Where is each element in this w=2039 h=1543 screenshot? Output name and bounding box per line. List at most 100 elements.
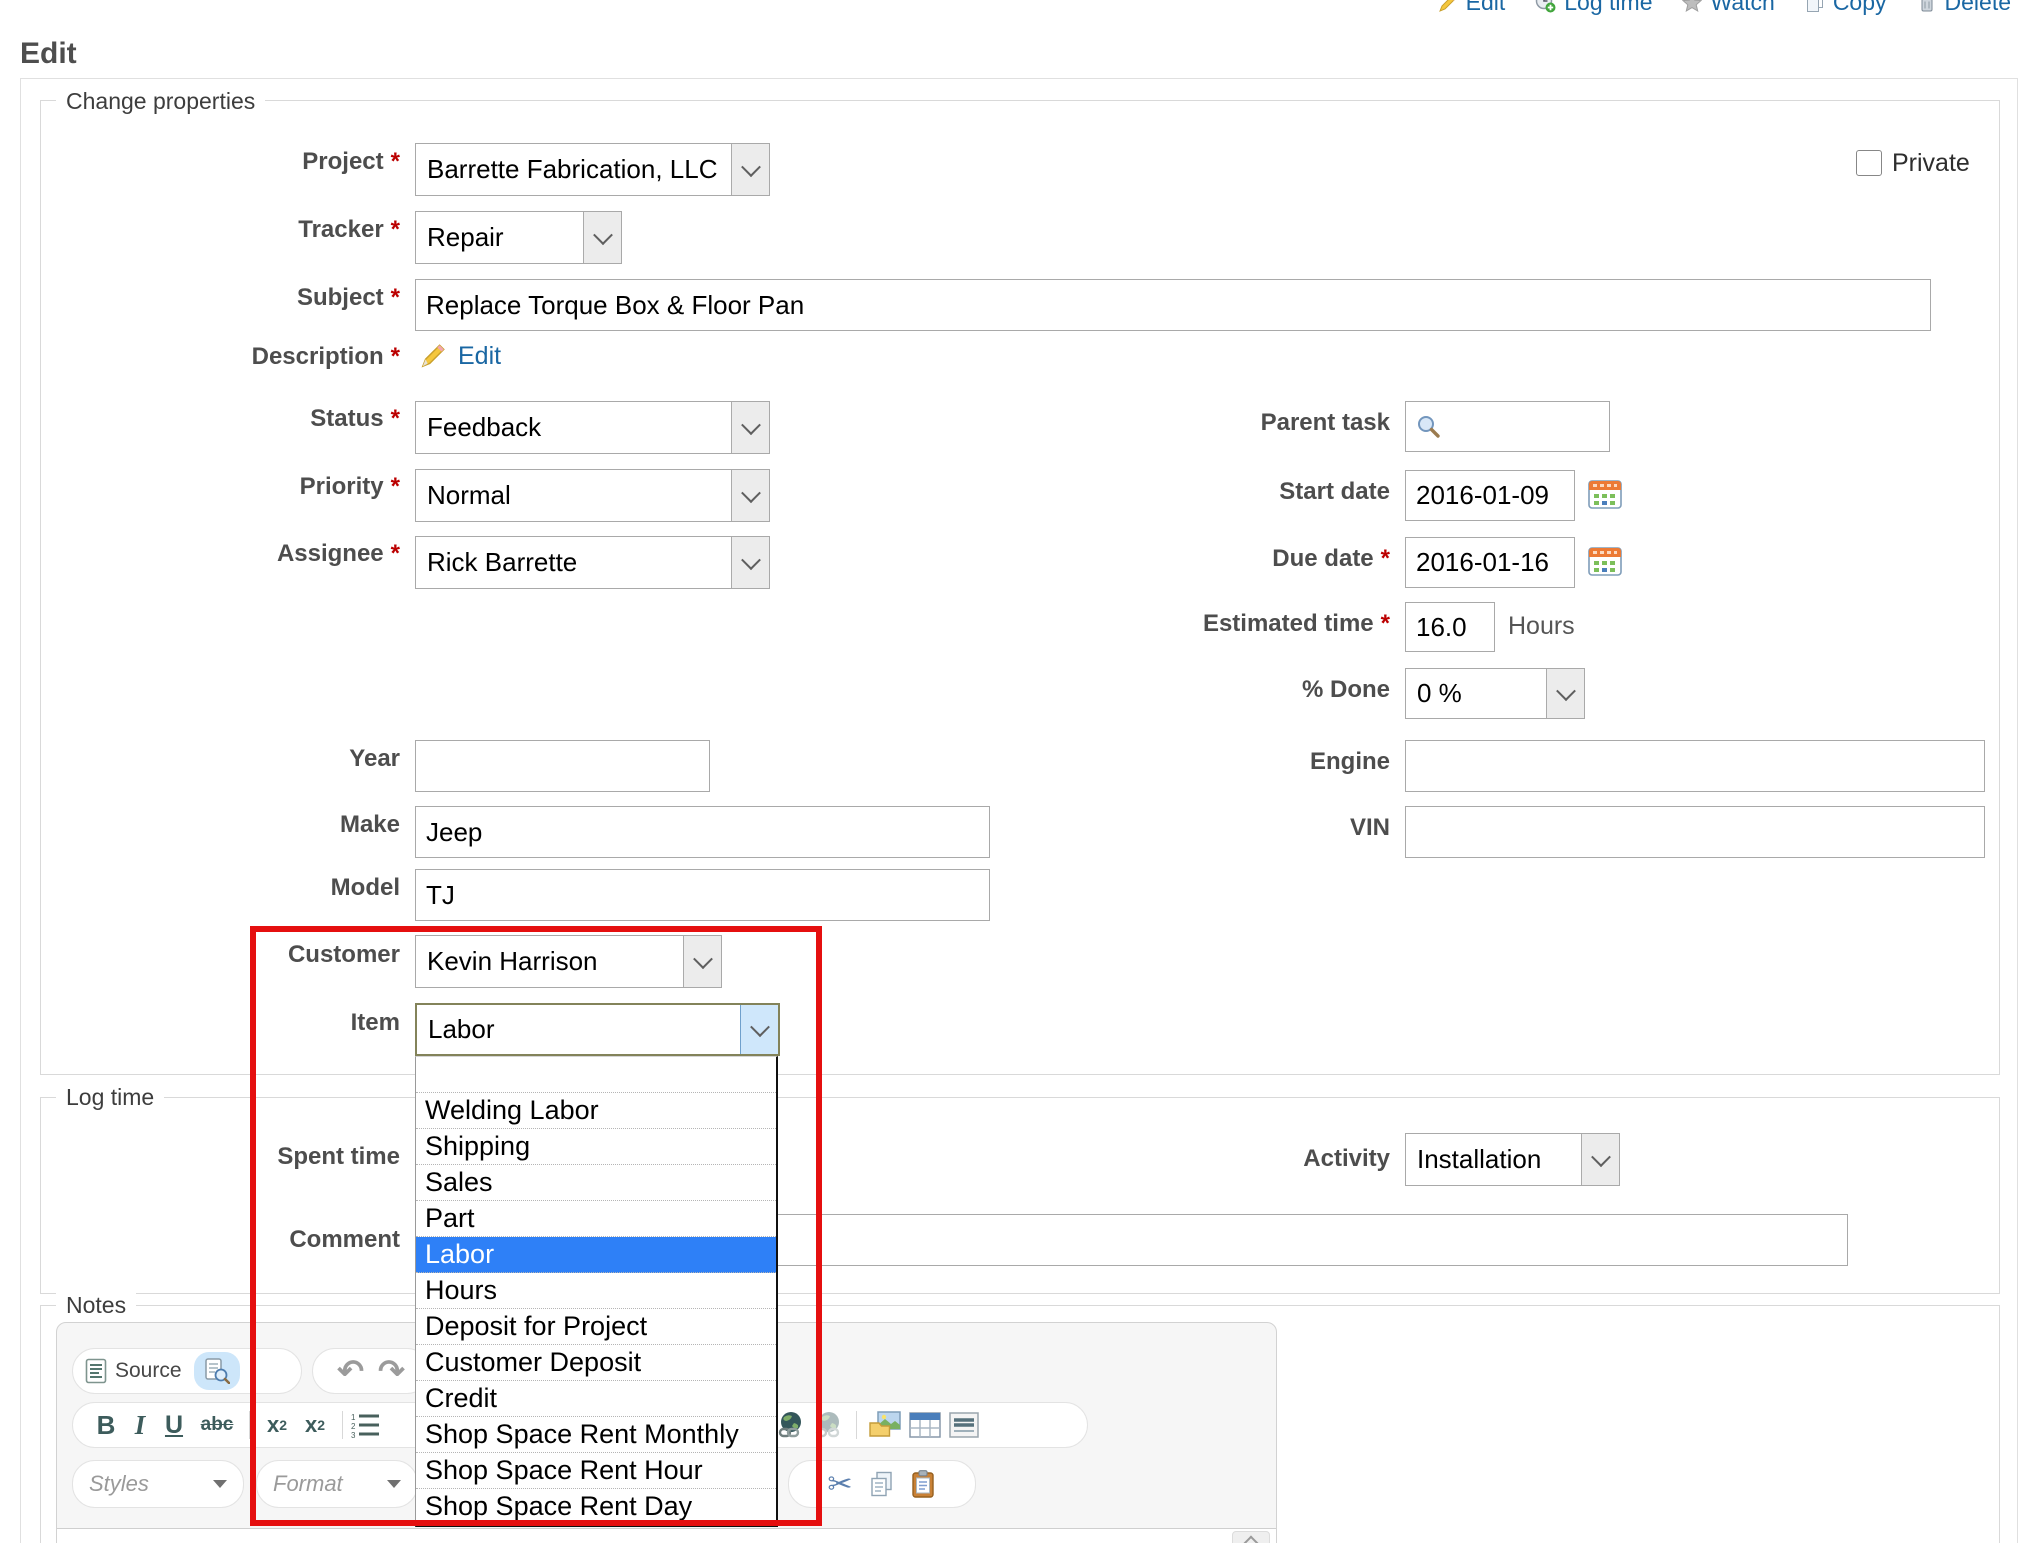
- priority-select[interactable]: Normal: [415, 469, 770, 522]
- chevron-down-icon[interactable]: [731, 402, 769, 453]
- item-option[interactable]: Welding Labor: [416, 1093, 776, 1129]
- notes-content-area[interactable]: [57, 1528, 1276, 1543]
- parent-task-input[interactable]: [1405, 401, 1610, 452]
- source-document-icon: [85, 1358, 107, 1384]
- chevron-down-icon[interactable]: [731, 537, 769, 588]
- subject-input[interactable]: Replace Torque Box & Floor Pan: [415, 279, 1931, 331]
- calendar-icon[interactable]: [1588, 545, 1622, 577]
- project-label: Project*: [60, 148, 400, 176]
- estimated-time-unit: Hours: [1508, 612, 1575, 641]
- copy-pages-icon[interactable]: [869, 1471, 895, 1497]
- paste-clipboard-icon[interactable]: [911, 1470, 937, 1498]
- make-input[interactable]: Jeep: [415, 806, 990, 858]
- item-option[interactable]: Shop Space Rent Hour: [416, 1453, 776, 1489]
- status-select[interactable]: Feedback: [415, 401, 770, 454]
- item-option[interactable]: Customer Deposit: [416, 1345, 776, 1381]
- numbered-list-icon[interactable]: 123: [351, 1412, 381, 1438]
- start-date-input[interactable]: 2016-01-09: [1405, 470, 1575, 521]
- private-label: Private: [1892, 149, 2012, 178]
- model-label: Model: [60, 874, 400, 902]
- trash-icon: [1917, 0, 1937, 13]
- svg-text:2: 2: [351, 1422, 356, 1431]
- assignee-label: Assignee*: [60, 540, 400, 568]
- svg-text:3: 3: [351, 1431, 356, 1438]
- item-option[interactable]: Sales: [416, 1165, 776, 1201]
- subject-label: Subject*: [60, 284, 400, 312]
- context-copy-link[interactable]: Copy: [1805, 0, 1887, 16]
- document-magnifier-icon: [204, 1358, 230, 1384]
- undo-icon[interactable]: ↶: [337, 1352, 364, 1390]
- chevron-down-icon[interactable]: [683, 936, 721, 987]
- estimated-time-input[interactable]: 16.0: [1405, 602, 1495, 652]
- description-label: Description*: [60, 343, 400, 371]
- year-label: Year: [60, 745, 400, 773]
- description-edit-link[interactable]: Edit: [458, 342, 501, 371]
- activity-select[interactable]: Installation: [1405, 1133, 1620, 1186]
- private-checkbox[interactable]: [1856, 150, 1882, 176]
- strikethrough-icon[interactable]: abc: [193, 1414, 241, 1436]
- make-label: Make: [60, 811, 400, 839]
- styles-dropdown[interactable]: Styles: [72, 1460, 244, 1508]
- bold-icon[interactable]: B: [87, 1410, 125, 1441]
- chevron-down-icon[interactable]: [1581, 1134, 1619, 1185]
- context-delete-link[interactable]: Delete: [1917, 0, 2011, 16]
- customer-select[interactable]: Kevin Harrison: [415, 935, 722, 988]
- item-option[interactable]: Shop Space Rent Day: [416, 1489, 776, 1525]
- cut-scissors-icon[interactable]: ✂: [827, 1467, 852, 1502]
- context-log-time-link[interactable]: Log time: [1535, 0, 1652, 16]
- subscript-icon[interactable]: x2: [258, 1412, 296, 1438]
- copy-icon: [1805, 0, 1825, 13]
- chevron-down-icon[interactable]: [1546, 669, 1584, 718]
- preview-button[interactable]: [194, 1352, 240, 1390]
- redo-icon[interactable]: ↷: [378, 1352, 405, 1390]
- unlink-icon[interactable]: [814, 1411, 844, 1439]
- chevron-down-icon[interactable]: [583, 212, 621, 263]
- insert-block-icon[interactable]: [949, 1412, 979, 1438]
- customer-label: Customer: [60, 941, 400, 969]
- estimated-time-label: Estimated time*: [1050, 610, 1390, 638]
- item-option[interactable]: Part: [416, 1201, 776, 1237]
- comment-label: Comment: [60, 1226, 400, 1254]
- item-option[interactable]: Credit: [416, 1381, 776, 1417]
- item-option[interactable]: Shop Space Rent Monthly: [416, 1417, 776, 1453]
- item-option[interactable]: Deposit for Project: [416, 1309, 776, 1345]
- link-icon[interactable]: [776, 1411, 806, 1439]
- search-icon: [1416, 414, 1442, 440]
- scroll-up-button[interactable]: [1232, 1531, 1270, 1543]
- item-select[interactable]: Labor: [415, 1003, 780, 1056]
- svg-text:1: 1: [351, 1413, 356, 1422]
- item-dropdown-list: Welding LaborShippingSalesPartLaborHours…: [415, 1056, 778, 1527]
- chevron-down-icon[interactable]: [731, 470, 769, 521]
- source-button[interactable]: Source: [73, 1358, 188, 1384]
- vin-input[interactable]: [1405, 806, 1985, 858]
- assignee-select[interactable]: Rick Barrette: [415, 536, 770, 589]
- context-edit-link[interactable]: Edit: [1438, 0, 1506, 16]
- project-select[interactable]: Barrette Fabrication, LLC: [415, 143, 770, 196]
- due-date-label: Due date*: [1050, 545, 1390, 573]
- item-option[interactable]: Shipping: [416, 1129, 776, 1165]
- context-watch-link[interactable]: Watch: [1682, 0, 1774, 16]
- percent-done-label: % Done: [1050, 676, 1390, 704]
- chevron-down-icon[interactable]: [740, 1005, 778, 1054]
- engine-input[interactable]: [1405, 740, 1985, 792]
- superscript-icon[interactable]: x2: [296, 1412, 334, 1438]
- tracker-select[interactable]: Repair: [415, 211, 622, 264]
- calendar-icon[interactable]: [1588, 478, 1622, 510]
- engine-label: Engine: [1050, 748, 1390, 776]
- item-option[interactable]: Hours: [416, 1273, 776, 1309]
- clock-add-icon: [1535, 0, 1556, 13]
- insert-table-icon[interactable]: [909, 1412, 941, 1438]
- due-date-input[interactable]: 2016-01-16: [1405, 537, 1575, 588]
- chevron-down-icon: [213, 1480, 227, 1488]
- percent-done-select[interactable]: 0 %: [1405, 668, 1585, 719]
- insert-image-icon[interactable]: [869, 1411, 901, 1439]
- item-option[interactable]: [416, 1057, 776, 1093]
- underline-icon[interactable]: U: [155, 1411, 193, 1440]
- chevron-down-icon[interactable]: [731, 144, 769, 195]
- item-option[interactable]: Labor: [416, 1237, 776, 1273]
- italic-icon[interactable]: I: [125, 1410, 155, 1441]
- editor-clipboard-group: ✂: [788, 1460, 976, 1508]
- year-input[interactable]: [415, 740, 710, 792]
- model-input[interactable]: TJ: [415, 869, 990, 921]
- format-dropdown[interactable]: Format: [256, 1460, 418, 1508]
